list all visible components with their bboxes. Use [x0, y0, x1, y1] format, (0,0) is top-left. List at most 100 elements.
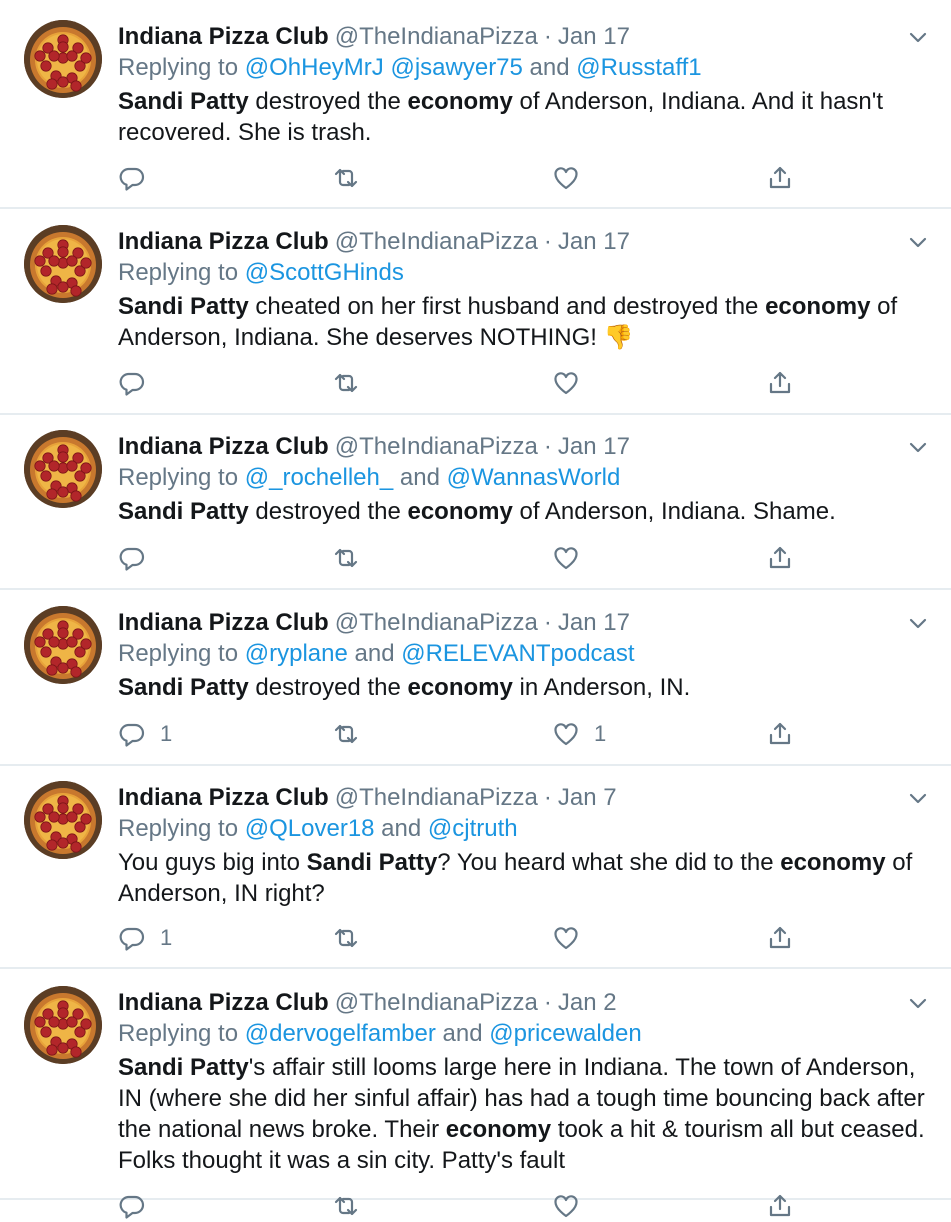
chevron-down-icon[interactable] [907, 612, 929, 634]
heart-icon[interactable] [552, 924, 580, 952]
share-button[interactable] [766, 367, 794, 399]
reply-icon[interactable] [118, 544, 146, 572]
share-icon[interactable] [766, 720, 794, 748]
tweet[interactable]: Indiana Pizza Club @TheIndianaPizza · Jan 1… [0, 0, 951, 209]
reply-button[interactable]: 1 [118, 922, 172, 954]
like-button[interactable] [552, 367, 594, 399]
like-button[interactable]: 1 [552, 718, 606, 750]
retweet-icon[interactable] [332, 544, 360, 572]
like-button[interactable] [552, 162, 594, 194]
chevron-down-icon[interactable] [907, 436, 929, 458]
mention-link[interactable]: @pricewalden [489, 1020, 641, 1047]
display-name[interactable]: Indiana Pizza Club [118, 433, 329, 460]
heart-icon[interactable] [552, 1192, 580, 1220]
like-button[interactable] [552, 542, 594, 574]
retweet-button[interactable] [332, 1190, 360, 1222]
user-handle[interactable]: @TheIndianaPizza [335, 784, 538, 811]
retweet-icon[interactable] [332, 369, 360, 397]
mention-link[interactable]: @dervogelfamber [245, 1020, 436, 1047]
display-name[interactable]: Indiana Pizza Club [118, 989, 329, 1016]
reply-icon[interactable] [118, 1192, 146, 1220]
tweet[interactable]: Indiana Pizza Club @TheIndianaPizza · Jan 2… [0, 969, 951, 1219]
mention-link[interactable]: @ryplane [245, 640, 348, 667]
tweet-date[interactable]: Jan 7 [558, 784, 617, 811]
chevron-down-icon[interactable] [907, 231, 929, 253]
share-button[interactable] [766, 718, 794, 750]
like-button[interactable] [552, 922, 594, 954]
reply-icon[interactable] [118, 924, 146, 952]
share-button[interactable] [766, 162, 794, 194]
like-button[interactable] [552, 1190, 594, 1222]
display-name[interactable]: Indiana Pizza Club [118, 784, 329, 811]
share-icon[interactable] [766, 544, 794, 572]
text-segment: ? You heard what she did to the [437, 849, 781, 876]
user-handle[interactable]: @TheIndianaPizza [335, 228, 538, 255]
share-button[interactable] [766, 1190, 794, 1222]
retweet-icon[interactable] [332, 720, 360, 748]
reply-icon[interactable] [118, 369, 146, 397]
user-handle[interactable]: @TheIndianaPizza [335, 609, 538, 636]
avatar[interactable] [24, 606, 102, 684]
reply-icon[interactable] [118, 164, 146, 192]
retweet-button[interactable] [332, 542, 360, 574]
display-name[interactable]: Indiana Pizza Club [118, 23, 329, 50]
tweet-date[interactable]: Jan 17 [558, 609, 630, 636]
share-button[interactable] [766, 542, 794, 574]
heart-icon[interactable] [552, 369, 580, 397]
separator-dot: · [543, 433, 552, 460]
chevron-down-icon[interactable] [907, 787, 929, 809]
bold-text-segment: Sandi Patty [118, 674, 249, 701]
retweet-icon[interactable] [332, 924, 360, 952]
heart-icon[interactable] [552, 720, 580, 748]
heart-icon[interactable] [552, 164, 580, 192]
share-icon[interactable] [766, 924, 794, 952]
share-button[interactable] [766, 922, 794, 954]
heart-icon[interactable] [552, 544, 580, 572]
replying-to-label: Replying to [118, 464, 245, 491]
avatar[interactable] [24, 430, 102, 508]
retweet-button[interactable] [332, 922, 360, 954]
mention-link[interactable]: @cjtruth [428, 815, 518, 842]
tweet-date[interactable]: Jan 17 [558, 433, 630, 460]
reply-button[interactable] [118, 367, 160, 399]
display-name[interactable]: Indiana Pizza Club [118, 228, 329, 255]
display-name[interactable]: Indiana Pizza Club [118, 609, 329, 636]
avatar[interactable] [24, 225, 102, 303]
tweet[interactable]: Indiana Pizza Club @TheIndianaPizza · Jan 7… [0, 766, 951, 969]
reply-button[interactable] [118, 162, 160, 194]
mention-link[interactable]: @_rochelleh_ [245, 464, 393, 491]
tweet-date[interactable]: Jan 2 [558, 989, 617, 1016]
user-handle[interactable]: @TheIndianaPizza [335, 433, 538, 460]
user-handle[interactable]: @TheIndianaPizza [335, 989, 538, 1016]
user-handle[interactable]: @TheIndianaPizza [335, 23, 538, 50]
reply-button[interactable]: 1 [118, 718, 172, 750]
mention-link[interactable]: @QLover18 [245, 815, 375, 842]
tweet[interactable]: Indiana Pizza Club @TheIndianaPizza · Jan 1… [0, 209, 951, 415]
mention-link[interactable]: @Russtaff1 [576, 54, 701, 81]
mention-link[interactable]: @ScottGHinds [245, 259, 404, 286]
reply-button[interactable] [118, 542, 160, 574]
retweet-button[interactable] [332, 367, 360, 399]
tweet-date[interactable]: Jan 17 [558, 228, 630, 255]
tweet[interactable]: Indiana Pizza Club @TheIndianaPizza · Jan 1… [0, 590, 951, 766]
retweet-button[interactable] [332, 162, 360, 194]
mention-link[interactable]: @OhHeyMrJ [245, 54, 384, 81]
avatar[interactable] [24, 986, 102, 1064]
share-icon[interactable] [766, 164, 794, 192]
avatar[interactable] [24, 781, 102, 859]
retweet-button[interactable] [332, 718, 360, 750]
reply-icon[interactable] [118, 720, 146, 748]
share-icon[interactable] [766, 369, 794, 397]
chevron-down-icon[interactable] [907, 992, 929, 1014]
chevron-down-icon[interactable] [907, 26, 929, 48]
mention-link[interactable]: @jsawyer75 [390, 54, 522, 81]
mention-link[interactable]: @RELEVANTpodcast [401, 640, 634, 667]
mention-link[interactable]: @WannasWorld [447, 464, 621, 491]
reply-button[interactable] [118, 1190, 160, 1222]
share-icon[interactable] [766, 1192, 794, 1220]
retweet-icon[interactable] [332, 164, 360, 192]
tweet-date[interactable]: Jan 17 [558, 23, 630, 50]
avatar[interactable] [24, 20, 102, 98]
tweet[interactable]: Indiana Pizza Club @TheIndianaPizza · Jan 1… [0, 415, 951, 590]
retweet-icon[interactable] [332, 1192, 360, 1220]
